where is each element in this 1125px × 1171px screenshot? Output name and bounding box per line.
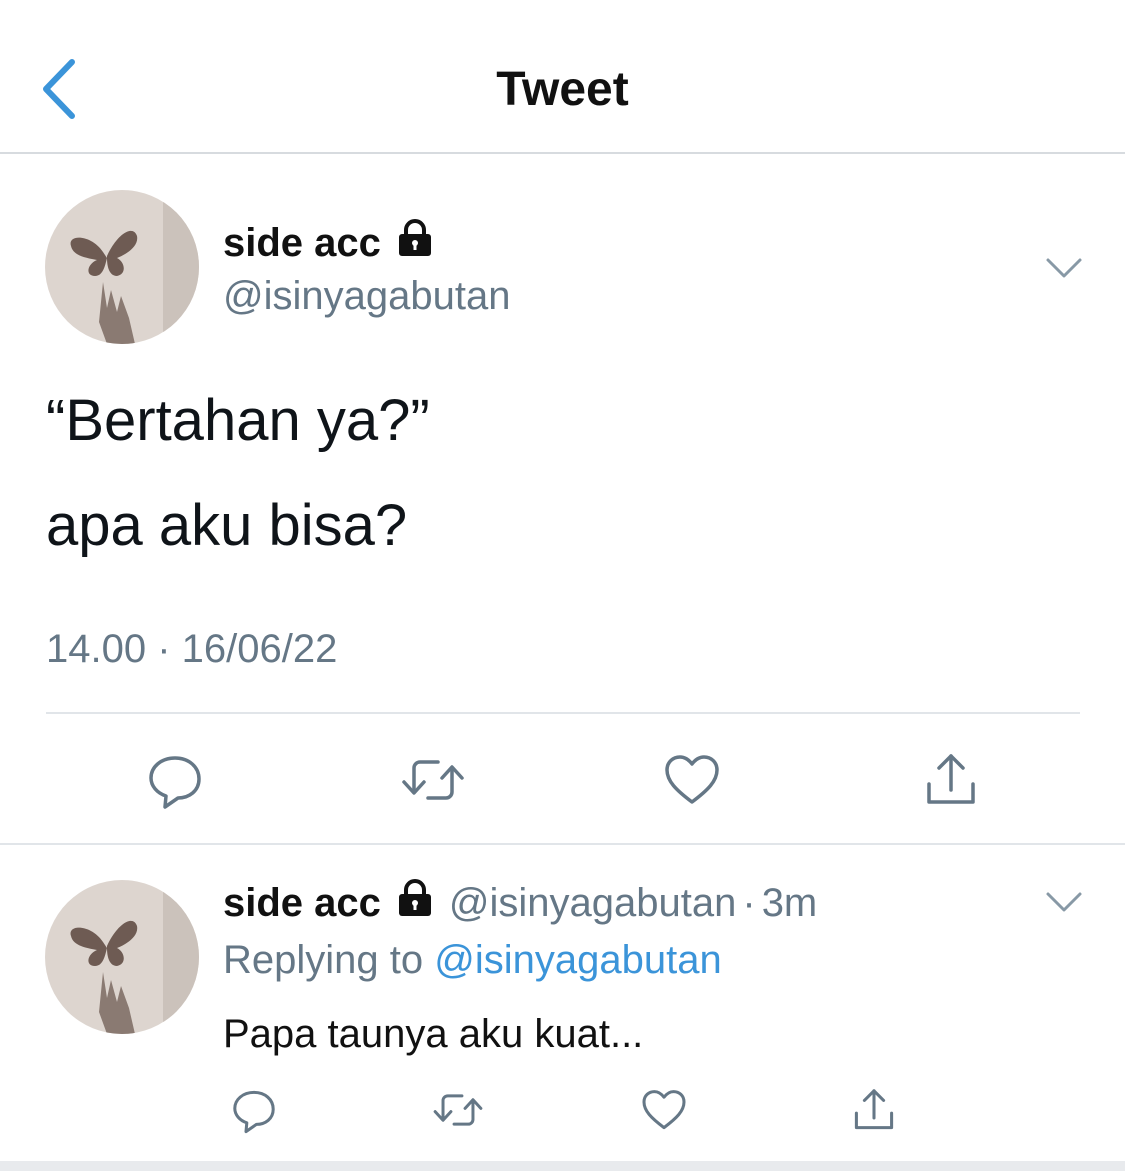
reply-icon <box>149 756 201 809</box>
section-divider <box>0 843 1125 845</box>
share-icon <box>854 1089 894 1130</box>
divider <box>46 712 1080 714</box>
meta-separator: · <box>742 880 756 925</box>
lock-icon <box>395 218 435 268</box>
retweet-icon <box>402 760 464 800</box>
display-name-text: side acc <box>223 220 381 265</box>
like-button[interactable] <box>636 1082 692 1138</box>
bottom-divider <box>0 1161 1125 1171</box>
avatar[interactable] <box>45 190 199 344</box>
share-icon <box>927 754 975 804</box>
tweet-menu-button[interactable] <box>1044 888 1084 916</box>
page-title: Tweet <box>496 63 629 116</box>
reply-button[interactable] <box>226 1082 282 1138</box>
heart-icon <box>642 1090 686 1130</box>
retweet-icon <box>433 1094 483 1126</box>
user-handle[interactable]: @isinyagabutan <box>449 881 736 926</box>
tweet-text-line-2: apa aku bisa? <box>46 493 408 558</box>
chevron-down-icon <box>1046 258 1082 278</box>
display-name-text[interactable]: side acc <box>223 881 381 926</box>
reply-header: side acc @isinyagabutan · 3m <box>223 878 817 928</box>
replying-prefix: Replying to <box>223 938 424 982</box>
tweet-timestamp: 14.00 · 16/06/22 <box>46 627 338 671</box>
reply-icon <box>233 1090 275 1134</box>
retweet-button[interactable] <box>398 745 468 815</box>
heart-icon <box>665 755 719 804</box>
butterfly-hand-avatar-image <box>45 880 199 1034</box>
tweet-menu-button[interactable] <box>1044 254 1084 282</box>
avatar[interactable] <box>45 880 199 1034</box>
tweet-text-line-1: “Bertahan ya?” <box>46 388 430 453</box>
share-button[interactable] <box>916 745 986 815</box>
like-button[interactable] <box>657 745 727 815</box>
time-ago: 3m <box>761 880 818 925</box>
butterfly-hand-avatar-image <box>45 190 199 344</box>
mention-link[interactable]: @isinyagabutan <box>434 938 721 982</box>
reply-button[interactable] <box>140 745 210 815</box>
chevron-down-icon <box>1046 892 1082 912</box>
replying-to: Replying to @isinyagabutan <box>223 938 722 983</box>
lock-icon <box>395 878 435 928</box>
user-handle[interactable]: @isinyagabutan <box>223 274 510 319</box>
display-name[interactable]: side acc <box>223 218 435 268</box>
reply-tweet-text: Papa taunya aku kuat... <box>223 1012 644 1056</box>
share-button[interactable] <box>846 1082 902 1138</box>
retweet-button[interactable] <box>430 1082 486 1138</box>
